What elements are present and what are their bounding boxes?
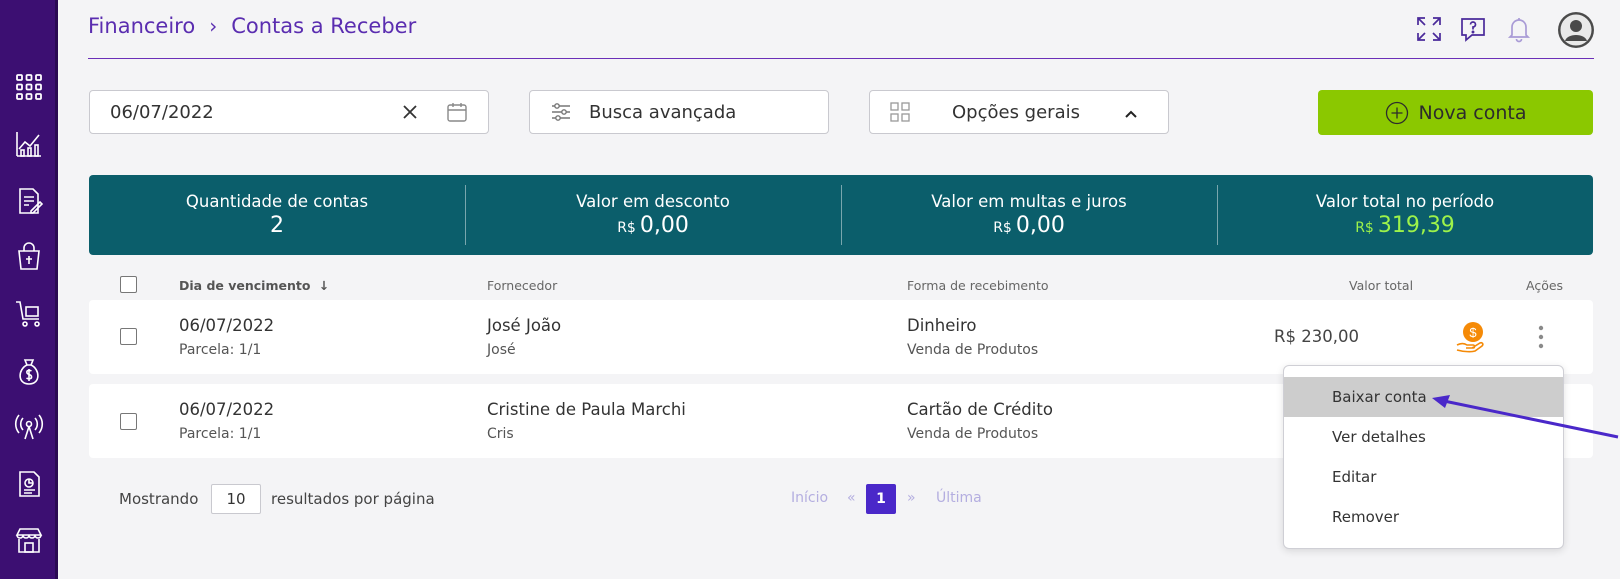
page-header: Financeiro › Contas a Receber (88, 0, 1594, 59)
header-actions: Ações (1526, 278, 1564, 293)
sidebar (0, 0, 58, 579)
new-account-button[interactable]: Nova conta (1318, 90, 1593, 135)
summary-value: 319,39 (1377, 213, 1455, 238)
breadcrumb-separator: › (209, 14, 218, 38)
receive-payment-icon[interactable]: $ (1454, 320, 1488, 358)
pagination-prev[interactable]: « (847, 490, 856, 506)
filter-sliders-icon (550, 101, 572, 123)
select-all-checkbox[interactable] (120, 276, 137, 293)
row-checkbox[interactable] (120, 413, 137, 430)
store-icon[interactable] (12, 523, 46, 557)
currency-symbol: R$ (617, 220, 636, 236)
pagination-current-page[interactable]: 1 (866, 484, 896, 514)
row-supplier-short: José (487, 342, 516, 358)
row-category: Venda de Produtos (907, 342, 1039, 358)
row-supplier: José João (487, 316, 562, 335)
row-date: 06/07/2022 (179, 400, 275, 419)
summary-total: Valor total no período R$ 319,39 (1217, 175, 1593, 255)
per-page-label-left: Mostrando (119, 490, 199, 508)
summary-count: Quantidade de contas 2 (89, 175, 465, 255)
menu-item-remover[interactable]: Remover (1284, 497, 1563, 537)
help-chat-icon[interactable] (1456, 12, 1490, 46)
row-payment: Dinheiro (907, 316, 977, 335)
row-supplier-short: Cris (487, 426, 514, 442)
clear-icon[interactable] (400, 102, 420, 126)
pagination-last[interactable]: Última (936, 490, 982, 506)
expand-icon[interactable] (1412, 12, 1446, 46)
date-filter-value[interactable]: 06/07/2022 (110, 102, 214, 123)
row-supplier: Cristine de Paula Marchi (487, 400, 686, 419)
advanced-search-button[interactable]: Busca avançada (529, 90, 829, 134)
summary-value: 2 (270, 213, 284, 238)
row-date: 06/07/2022 (179, 316, 275, 335)
breadcrumb-root[interactable]: Financeiro (88, 14, 195, 38)
advanced-search-label: Busca avançada (589, 101, 737, 123)
header-due-date-label: Dia de vencimento (179, 278, 311, 293)
svg-text:$: $ (1469, 325, 1477, 340)
per-page-input[interactable]: 10 (211, 484, 261, 514)
summary-label: Quantidade de contas (185, 192, 369, 211)
more-vertical-icon[interactable] (1536, 324, 1546, 354)
summary-discount: Valor em desconto R$ 0,00 (465, 175, 841, 255)
report-icon[interactable] (12, 467, 46, 501)
header-due-date[interactable]: Dia de vencimento ↓ (179, 278, 329, 293)
chevron-up-icon (1124, 106, 1138, 125)
user-avatar-icon[interactable] (1558, 12, 1594, 48)
header-payment: Forma de recebimento (907, 278, 1049, 293)
table-row[interactable]: 06/07/2022 Parcela: 1/1 José João José D… (89, 300, 1593, 374)
breadcrumb-current: Contas a Receber (231, 14, 417, 38)
sort-arrow-icon[interactable]: ↓ (319, 278, 329, 293)
new-account-label: Nova conta (1418, 101, 1527, 124)
summary-value: 0,00 (639, 213, 689, 238)
money-bag-icon[interactable] (12, 355, 46, 389)
currency-symbol: R$ (1355, 220, 1374, 236)
calendar-icon[interactable] (446, 101, 468, 127)
chart-icon[interactable] (12, 127, 46, 161)
per-page-label-right: resultados por página (271, 490, 435, 508)
summary-bar: Quantidade de contas 2 Valor em desconto… (89, 175, 1593, 255)
annotation-arrow-icon (1432, 395, 1619, 439)
row-payment: Cartão de Crédito (907, 400, 1053, 419)
summary-label: Valor em desconto (576, 192, 730, 211)
summary-value: 0,00 (1015, 213, 1065, 238)
shopping-bag-icon[interactable] (12, 240, 46, 274)
plus-circle-icon (1385, 101, 1409, 125)
cart-icon[interactable] (12, 297, 46, 331)
summary-fines: Valor em multas e juros R$ 0,00 (841, 175, 1217, 255)
row-parcel: Parcela: 1/1 (179, 426, 262, 442)
currency-symbol: R$ (993, 220, 1012, 236)
summary-label: Valor total no período (1315, 192, 1495, 211)
header-supplier: Fornecedor (487, 278, 558, 293)
date-filter-input[interactable]: 06/07/2022 (89, 90, 489, 134)
menu-item-editar[interactable]: Editar (1284, 457, 1563, 497)
row-parcel: Parcela: 1/1 (179, 342, 262, 358)
general-options-label: Opções gerais (952, 101, 1080, 123)
row-total: R$ 230,00 (1274, 327, 1359, 346)
document-edit-icon[interactable] (12, 184, 46, 218)
row-checkbox[interactable] (120, 328, 137, 345)
general-options-dropdown[interactable]: Opções gerais (869, 90, 1169, 134)
broadcast-icon[interactable] (12, 410, 46, 444)
apps-grid-icon[interactable] (12, 70, 46, 104)
breadcrumb: Financeiro › Contas a Receber (88, 14, 416, 38)
header-total: Valor total (1349, 278, 1414, 293)
grid-icon (890, 102, 910, 122)
row-category: Venda de Produtos (907, 426, 1039, 442)
pagination-next[interactable]: » (907, 490, 916, 506)
bell-icon[interactable] (1502, 12, 1536, 46)
pagination-first[interactable]: Início (791, 490, 828, 506)
summary-label: Valor em multas e juros (931, 192, 1127, 211)
